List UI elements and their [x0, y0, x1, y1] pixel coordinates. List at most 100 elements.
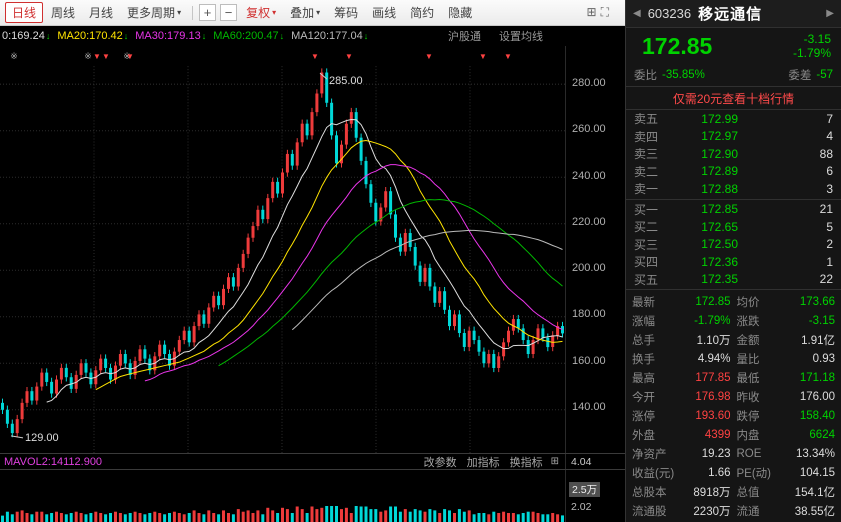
svg-text:▼: ▼ — [504, 52, 512, 61]
chart-toolbar: 日线 周线 月线 更多周期 ▾ + − 复权 ▾ 叠加 ▾ 筹码 画线 简约 隐藏 ⊞ ⛶ — [0, 0, 625, 26]
svg-text:▼: ▼ — [93, 52, 101, 61]
ask-qty: 88 — [819, 146, 833, 161]
volume-axis: 2.5万 2.02 — [565, 470, 625, 522]
chevron-down-icon: ▾ — [316, 8, 321, 17]
svg-text:▼: ▼ — [311, 52, 319, 61]
stat-value: 171.18 — [799, 371, 835, 384]
stat-label: 收益(元) — [632, 467, 675, 480]
stat-value: 177.85 — [695, 371, 731, 384]
stat-cell: 均价 173.66 — [737, 292, 836, 311]
indicator-grid-icon[interactable]: ⊞ — [551, 456, 559, 467]
svg-text:▼: ▼ — [126, 52, 134, 61]
bid-qty: 5 — [826, 219, 833, 234]
bid-qty: 1 — [826, 254, 833, 269]
ask-row: 卖一 172.88 3 — [626, 180, 841, 198]
shanghai-connect-link[interactable]: 沪股通 — [448, 28, 481, 44]
ask-price[interactable]: 172.90 — [676, 147, 738, 161]
stat-cell: 量比 0.93 — [737, 349, 836, 368]
stat-cell: 总值 154.1亿 — [737, 482, 836, 501]
stat-cell: ROE 13.34% — [737, 444, 836, 463]
event-markers: ※ ※ ※▼ ▼ ▼ ▼ ▼ ▼ ▼ ▼ — [10, 51, 512, 61]
ask-price[interactable]: 172.89 — [676, 164, 738, 178]
tab-more-periods[interactable]: 更多周期 ▾ — [121, 2, 187, 23]
tab-weekly[interactable]: 周线 — [45, 2, 81, 23]
panel-toggle-icon[interactable]: ⊞ — [587, 5, 597, 20]
chip-distribution-button[interactable]: 筹码 — [328, 2, 364, 23]
zoom-in-button[interactable]: + — [199, 4, 217, 21]
stat-cell: PE(动) 104.15 — [737, 463, 836, 482]
stat-value: 1.66 — [708, 466, 731, 479]
simple-mode-button[interactable]: 简约 — [404, 2, 440, 23]
overlay-button[interactable]: 叠加 ▾ — [284, 2, 326, 23]
legend-links: 沪股通 设置均线 — [448, 28, 543, 44]
price-axis-label: 220.00 — [572, 215, 606, 228]
stat-label: 最新 — [632, 296, 655, 309]
ask-price[interactable]: 172.97 — [676, 129, 738, 143]
stat-label: 总股本 — [632, 486, 667, 499]
ask-price[interactable]: 172.88 — [676, 182, 738, 196]
bid-row: 买二 172.65 5 — [626, 218, 841, 236]
ma-legend: 0:169.24↓ MA20:170.42↓ MA30:179.13↓ MA60:20… — [0, 26, 625, 46]
bid-price[interactable]: 172.50 — [676, 237, 738, 251]
zoom-out-button[interactable]: − — [220, 4, 238, 21]
tab-monthly[interactable]: 月线 — [83, 2, 119, 23]
down-arrow-icon: ↓ — [279, 31, 285, 41]
stat-label: 换手 — [632, 353, 655, 366]
price-axis-label: 280.00 — [572, 77, 606, 89]
ma-legend-item: 0:169.24↓ — [2, 30, 51, 42]
stat-value: 8918万 — [693, 486, 731, 499]
bid-levels: 买一 172.85 21 买二 172.65 5 买三 172.50 2 买四 172.36 1 买五 1… — [626, 201, 841, 289]
quote-header: ◀ 603236 移远通信 ▶ — [626, 0, 841, 28]
bid-price[interactable]: 172.36 — [676, 255, 738, 269]
stat-cell: 昨收 176.00 — [737, 387, 836, 406]
stat-value: 4399 — [704, 428, 731, 441]
bid-qty: 22 — [819, 272, 833, 287]
tab-daily[interactable]: 日线 — [5, 2, 44, 23]
stat-label: 净资产 — [632, 448, 667, 461]
stat-label: ROE — [736, 447, 762, 460]
add-indicator-link[interactable]: 加指标 — [467, 454, 500, 470]
bid-row: 买一 172.85 21 — [626, 201, 841, 219]
ma-settings-link[interactable]: 设置均线 — [499, 28, 543, 44]
svg-text:▼: ▼ — [102, 52, 110, 61]
price-axis-label: 180.00 — [572, 308, 606, 321]
last-price: 172.85 — [642, 32, 713, 59]
candlestick-svg[interactable]: ※ ※ ※▼ ▼ ▼ ▼ ▼ ▼ ▼ ▼285.00129.00 — [0, 46, 565, 453]
next-stock-arrow-icon[interactable]: ▶ — [824, 8, 836, 19]
fullscreen-icon[interactable]: ⛶ — [601, 5, 609, 20]
down-arrow-icon: ↓ — [201, 31, 207, 41]
switch-indicator-link[interactable]: 换指标 — [510, 454, 543, 470]
stat-cell: 最新 172.85 — [632, 292, 731, 311]
stock-app-window: 日线 周线 月线 更多周期 ▾ + − 复权 ▾ 叠加 ▾ 筹码 画线 简约 隐藏 ⊞ ⛶ 0:169.2… — [0, 0, 841, 522]
level2-promo-link[interactable]: 仅需20元查看十档行情 — [626, 86, 841, 110]
adjust-mode-button[interactable]: 复权 ▾ — [240, 2, 282, 23]
candlestick-chart[interactable]: ※ ※ ※ ▼ ▼ ▼ ▼ ▼ ▼ ▼ ▼ 285.00 129.00 280.00 260.00 240.… — [0, 46, 625, 453]
stat-cell: 总手 1.10万 — [632, 330, 731, 349]
stats-grid: 最新 172.85 均价 173.66 涨幅 -1.79% 涨跌 -3.15 总手 1.10万 金额… — [626, 291, 841, 522]
prev-stock-arrow-icon[interactable]: ◀ — [631, 8, 643, 19]
zoom-buttons: + − — [197, 4, 239, 21]
volume-pane[interactable]: 2.5万 2.02 — [0, 470, 625, 522]
down-arrow-icon: ↓ — [363, 31, 369, 41]
hide-button[interactable]: 隐藏 — [442, 2, 478, 23]
bid-row: 买五 172.35 22 — [626, 271, 841, 289]
stat-label: 内盘 — [736, 429, 760, 442]
bid-price[interactable]: 172.65 — [676, 220, 738, 234]
stat-label: 均价 — [736, 296, 760, 309]
svg-text:129.00: 129.00 — [25, 432, 59, 444]
ask-qty: 6 — [826, 164, 833, 179]
change-params-link[interactable]: 改参数 — [424, 454, 457, 470]
price-axis-label: 160.00 — [572, 354, 606, 367]
stat-cell: 涨幅 -1.79% — [632, 311, 731, 330]
bid-label: 买二 — [634, 220, 659, 235]
bid-price[interactable]: 172.35 — [676, 272, 738, 286]
draw-line-button[interactable]: 画线 — [366, 2, 402, 23]
down-arrow-icon: ↓ — [123, 31, 129, 41]
bid-price[interactable]: 172.85 — [676, 202, 738, 216]
volume-axis-top-label: 4.04 — [571, 455, 592, 468]
ask-row: 卖二 172.89 6 — [626, 163, 841, 181]
stat-label: 涨跌 — [736, 315, 760, 328]
bid-label: 买四 — [634, 255, 659, 270]
indicator-links: 改参数 加指标 换指标 — [424, 454, 543, 470]
ask-price[interactable]: 172.99 — [676, 112, 738, 126]
